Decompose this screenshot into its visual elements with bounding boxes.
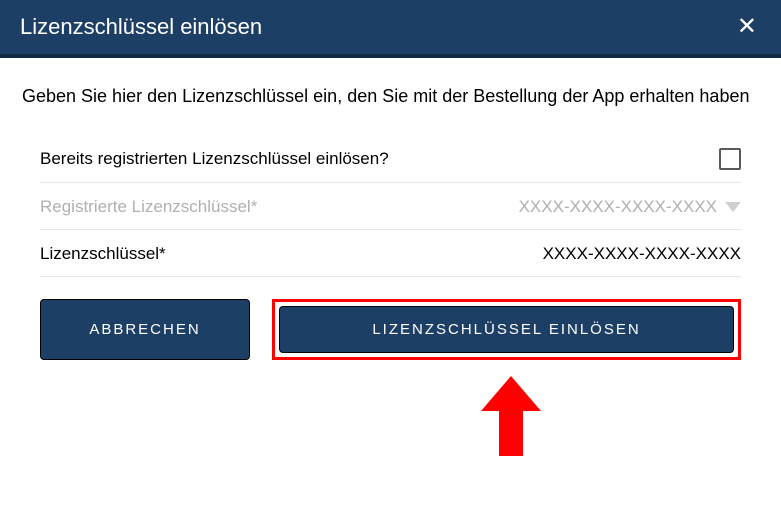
registered-license-placeholder: XXXX-XXXX-XXXX-XXXX xyxy=(519,197,717,217)
form-section: Bereits registrierten Lizenzschlüssel ei… xyxy=(22,134,759,277)
dialog-header: Lizenzschlüssel einlösen ✕ xyxy=(0,0,781,58)
redeem-button[interactable]: LIZENZSCHLÜSSEL EINLÖSEN xyxy=(279,306,734,353)
registered-license-select[interactable]: XXXX-XXXX-XXXX-XXXX xyxy=(519,197,741,217)
license-key-label: Lizenzschlüssel* xyxy=(40,244,166,264)
close-icon: ✕ xyxy=(737,13,757,40)
dialog-content: Geben Sie hier den Lizenzschlüssel ein, … xyxy=(0,58,781,466)
close-button[interactable]: ✕ xyxy=(733,15,761,39)
license-key-input[interactable] xyxy=(481,244,741,264)
already-registered-label: Bereits registrierten Lizenzschlüssel ei… xyxy=(40,149,389,169)
highlight-frame: LIZENZSCHLÜSSEL EINLÖSEN xyxy=(272,299,741,360)
registered-license-label: Registrierte Lizenzschlüssel* xyxy=(40,197,257,217)
registered-license-row: Registrierte Lizenzschlüssel* XXXX-XXXX-… xyxy=(40,183,741,230)
arrow-annotation xyxy=(22,376,759,456)
redeem-license-dialog: Lizenzschlüssel einlösen ✕ Geben Sie hie… xyxy=(0,0,781,527)
already-registered-row: Bereits registrierten Lizenzschlüssel ei… xyxy=(40,134,741,183)
dialog-title: Lizenzschlüssel einlösen xyxy=(20,14,262,40)
already-registered-checkbox[interactable] xyxy=(719,148,741,170)
button-row: ABBRECHEN LIZENZSCHLÜSSEL EINLÖSEN xyxy=(22,277,759,370)
license-key-row: Lizenzschlüssel* xyxy=(40,230,741,277)
cancel-button[interactable]: ABBRECHEN xyxy=(40,299,250,360)
arrow-up-icon xyxy=(481,376,541,456)
instruction-text: Geben Sie hier den Lizenzschlüssel ein, … xyxy=(22,84,759,108)
chevron-down-icon xyxy=(725,202,741,212)
